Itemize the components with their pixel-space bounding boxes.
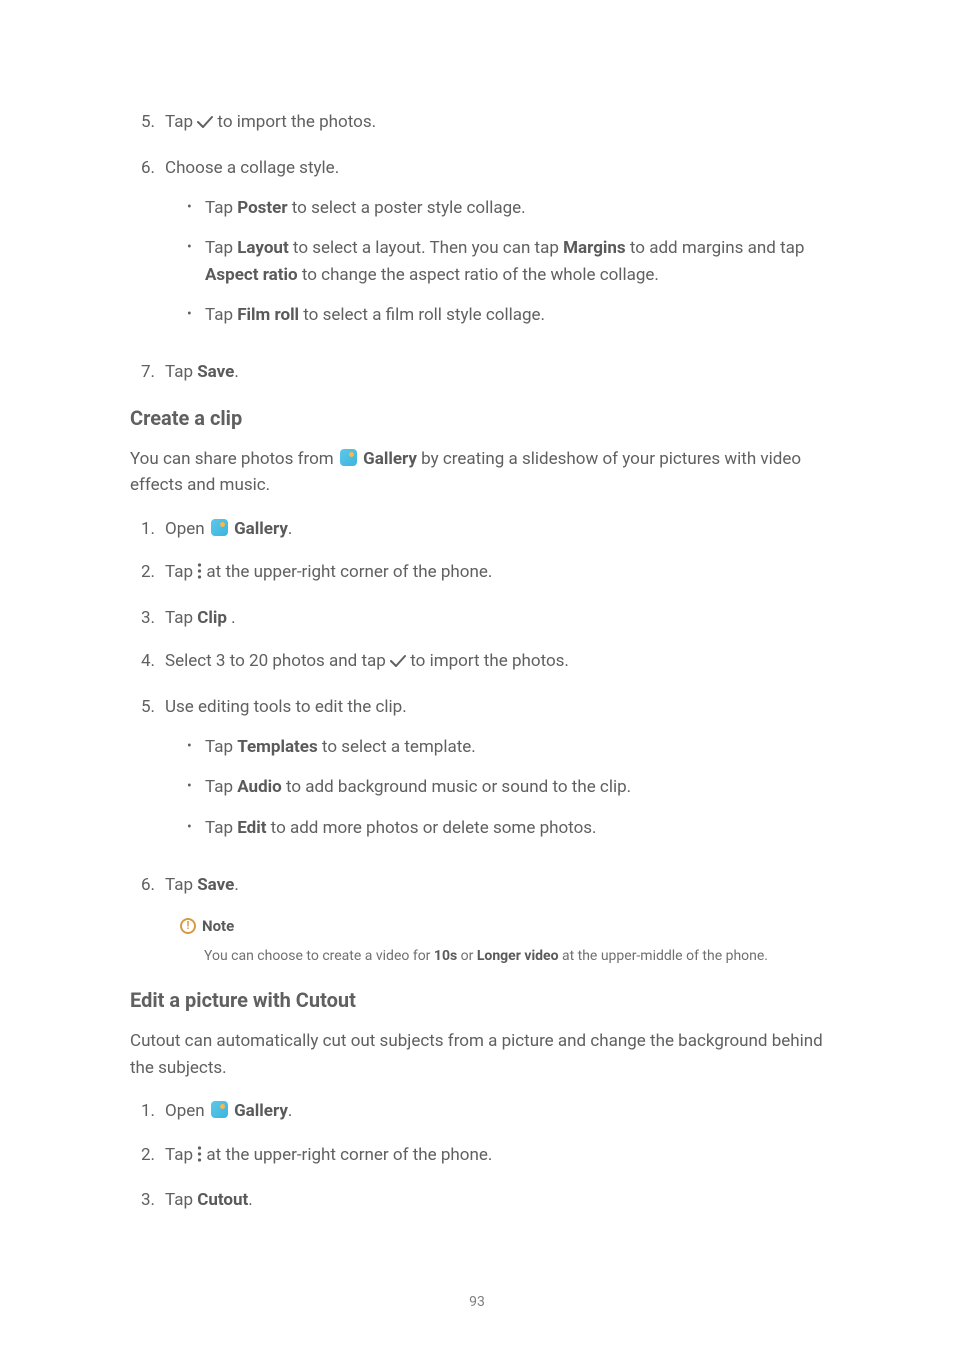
- note-block: ! Note You can choose to create a video …: [180, 917, 824, 969]
- bullet-icon: •: [187, 235, 205, 288]
- gallery-icon: [340, 449, 357, 466]
- text: Tap Poster to select a poster style coll…: [205, 195, 824, 221]
- list-item: 2. Tap at the upper-right corner of the …: [130, 560, 824, 588]
- text: Tap Edit to add more photos or delete so…: [205, 815, 824, 841]
- list-content: Open Gallery.: [165, 1099, 824, 1125]
- gallery-icon: [211, 519, 228, 536]
- bullet-icon: •: [187, 774, 205, 800]
- checkmark-icon: [390, 651, 406, 677]
- list-content: Select 3 to 20 photos and tap to import …: [165, 649, 824, 677]
- list-number: 1.: [130, 1099, 165, 1125]
- info-icon: !: [180, 918, 196, 934]
- list-content: Tap Save.: [165, 873, 824, 899]
- paragraph: Cutout can automatically cut out subject…: [130, 1028, 824, 1081]
- list-item: 6. Choose a collage style. • Tap Poster …: [130, 156, 824, 343]
- document-page: 5. Tap to import the photos. 6. Choose a…: [0, 0, 954, 1214]
- list-item: 5. Use editing tools to edit the clip. •…: [130, 695, 824, 856]
- note-text: You can choose to create a video for 10s…: [204, 945, 824, 969]
- list-item: 7. Tap Save.: [130, 360, 824, 386]
- sublist-item: • Tap Templates to select a template.: [187, 734, 824, 760]
- list-content: Choose a collage style. • Tap Poster to …: [165, 156, 824, 343]
- bullet-icon: •: [187, 302, 205, 328]
- list-item: 3. Tap Cutout.: [130, 1188, 824, 1214]
- list-content: Tap Cutout.: [165, 1188, 824, 1214]
- text: Tap Templates to select a template.: [205, 734, 824, 760]
- list-number: 5.: [130, 110, 165, 138]
- list-item: 2. Tap at the upper-right corner of the …: [130, 1143, 824, 1171]
- sublist-item: • Tap Film roll to select a film roll st…: [187, 302, 824, 328]
- list-item: 1. Open Gallery.: [130, 1099, 824, 1125]
- text: Tap: [165, 112, 197, 132]
- checkmark-icon: [197, 112, 213, 138]
- text: Tap Audio to add background music or sou…: [205, 774, 824, 800]
- section-heading: Edit a picture with Cutout: [130, 988, 824, 1012]
- list-number: 3.: [130, 606, 165, 632]
- gallery-icon: [211, 1101, 228, 1118]
- text: to import the photos.: [213, 112, 376, 132]
- list-content: Use editing tools to edit the clip. • Ta…: [165, 695, 824, 856]
- list-item: 5. Tap to import the photos.: [130, 110, 824, 138]
- list-number: 2.: [130, 1143, 165, 1171]
- page-number: 93: [0, 1294, 954, 1310]
- list-number: 4.: [130, 649, 165, 677]
- list-content: Tap at the upper-right corner of the pho…: [165, 560, 824, 588]
- list-number: 7.: [130, 360, 165, 386]
- note-label: Note: [202, 917, 234, 935]
- list-item: 6. Tap Save.: [130, 873, 824, 899]
- list-number: 6.: [130, 873, 165, 899]
- sublist-item: • Tap Audio to add background music or s…: [187, 774, 824, 800]
- list-item: 3. Tap Clip .: [130, 606, 824, 632]
- paragraph: You can share photos from Gallery by cre…: [130, 446, 824, 499]
- sublist-item: • Tap Edit to add more photos or delete …: [187, 815, 824, 841]
- list-content: Tap to import the photos.: [165, 110, 824, 138]
- list-number: 6.: [130, 156, 165, 343]
- list-item: 4. Select 3 to 20 photos and tap to impo…: [130, 649, 824, 677]
- list-number: 3.: [130, 1188, 165, 1214]
- sublist-item: • Tap Layout to select a layout. Then yo…: [187, 235, 824, 288]
- text: Tap Film roll to select a film roll styl…: [205, 302, 824, 328]
- list-number: 1.: [130, 517, 165, 543]
- text: Tap Layout to select a layout. Then you …: [205, 235, 824, 288]
- list-content: Tap at the upper-right corner of the pho…: [165, 1143, 824, 1171]
- bullet-icon: •: [187, 734, 205, 760]
- note-header: ! Note: [180, 917, 824, 935]
- bullet-icon: •: [187, 195, 205, 221]
- text: Choose a collage style.: [165, 158, 339, 178]
- bullet-icon: •: [187, 815, 205, 841]
- list-content: Tap Clip .: [165, 606, 824, 632]
- section-heading: Create a clip: [130, 406, 824, 430]
- list-item: 1. Open Gallery.: [130, 517, 824, 543]
- sublist-item: • Tap Poster to select a poster style co…: [187, 195, 824, 221]
- list-number: 5.: [130, 695, 165, 856]
- list-content: Open Gallery.: [165, 517, 824, 543]
- list-number: 2.: [130, 560, 165, 588]
- list-content: Tap Save.: [165, 360, 824, 386]
